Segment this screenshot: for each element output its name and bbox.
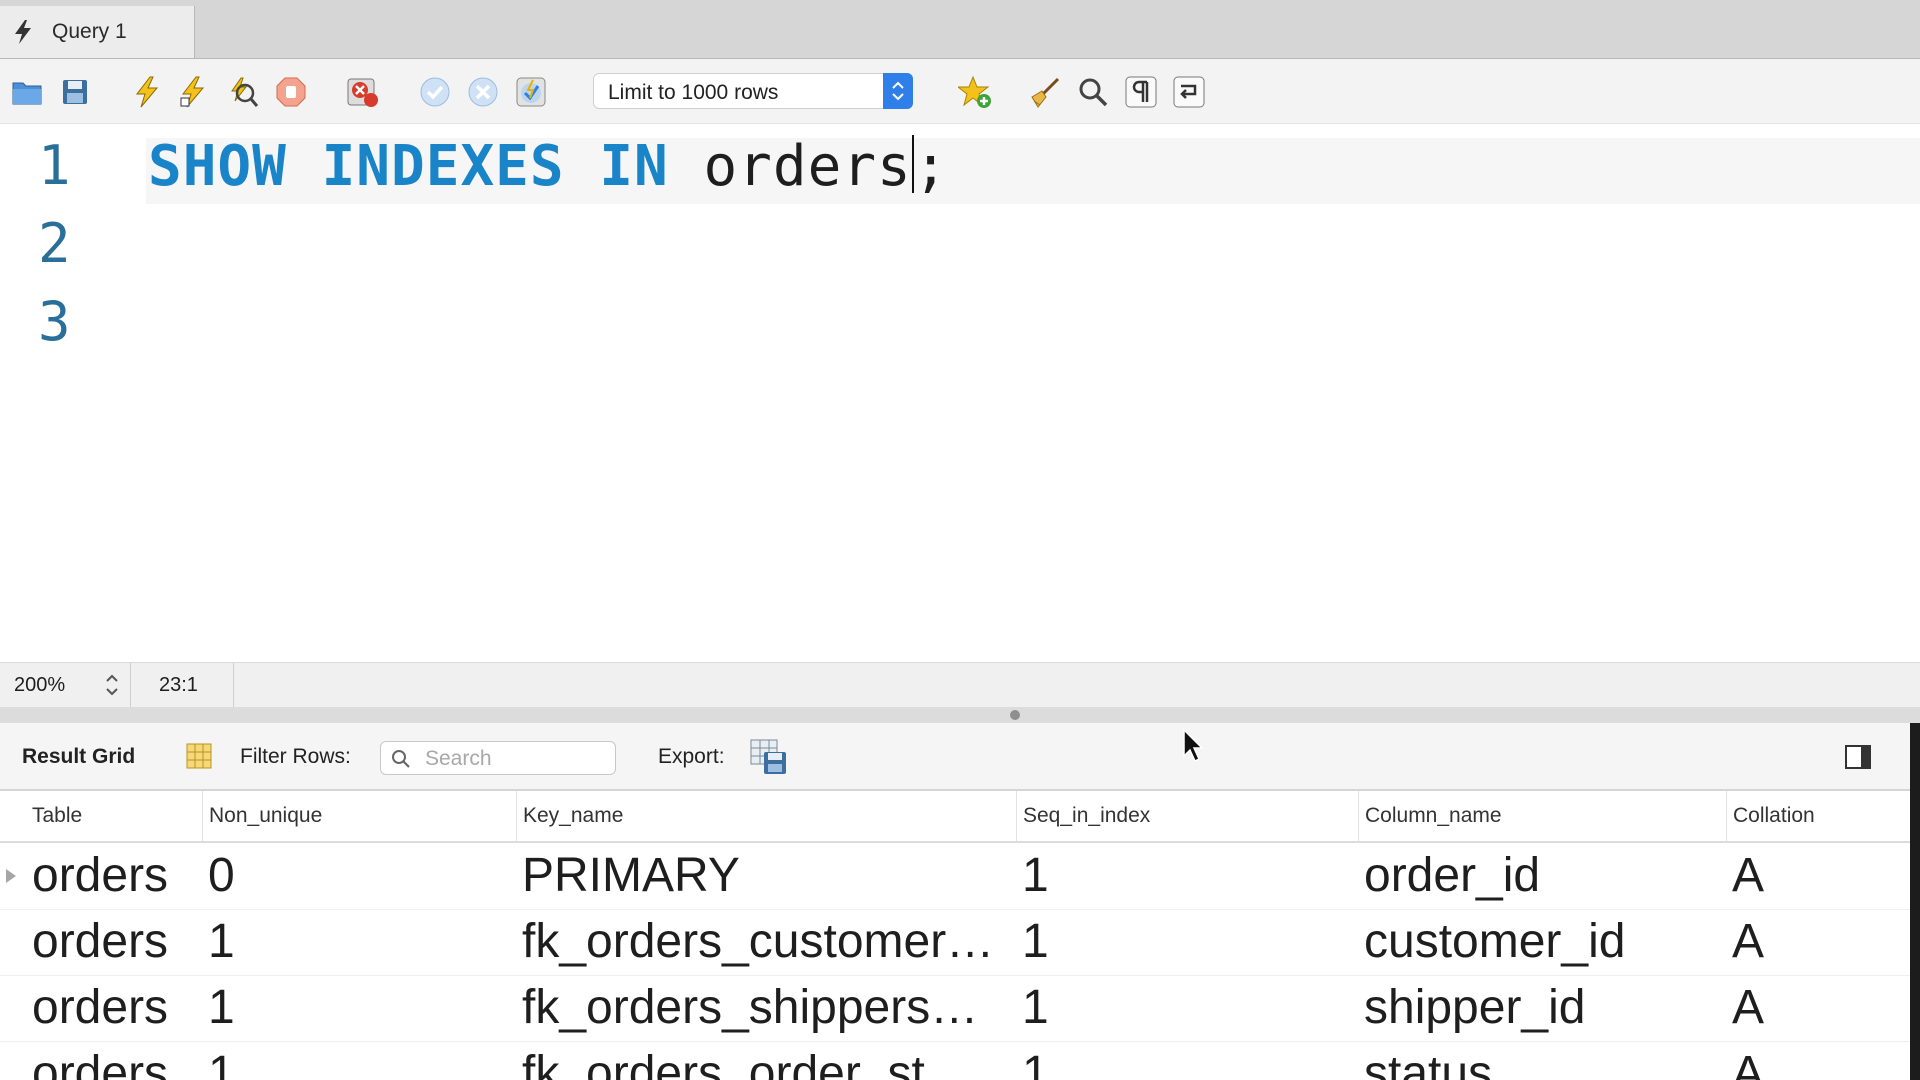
editor-status-bar: 200% 23:1 [0, 662, 1920, 708]
statement-terminator: ; [913, 134, 949, 199]
save-icon[interactable] [58, 75, 92, 109]
export-label: Export: [658, 745, 725, 768]
cursor-position: 23:1 [131, 663, 234, 707]
tab-label: Query 1 [52, 20, 127, 43]
explain-icon[interactable] [226, 75, 260, 109]
cell-column-name[interactable]: shipper_id [1358, 975, 1726, 1041]
current-row-marker-icon [6, 869, 16, 883]
cell-table[interactable]: orders [26, 843, 202, 909]
table-row[interactable]: orders 1 fk_orders_shippers… 1 shipper_i… [0, 975, 1910, 1042]
keyword-indexes: INDEXES [321, 134, 565, 199]
column-header-non-unique[interactable]: Non_unique [202, 791, 516, 841]
rollback-icon[interactable] [466, 75, 500, 109]
stepper-arrows-icon[interactable] [104, 671, 120, 699]
grid-header: Table Non_unique Key_name Seq_in_index C… [0, 791, 1910, 843]
invisible-chars-icon[interactable] [1124, 75, 1158, 109]
beautify-icon[interactable] [1028, 75, 1062, 109]
cell-key-name[interactable]: fk_orders_order_st… [516, 1041, 1016, 1080]
cell-seq-in-index[interactable]: 1 [1016, 909, 1358, 975]
splitter-grip[interactable] [1010, 710, 1020, 720]
stop-icon[interactable] [274, 75, 308, 109]
column-header-seq-in-index[interactable]: Seq_in_index [1016, 791, 1358, 841]
cell-collation[interactable]: A [1726, 909, 1910, 975]
result-toolbar: Result Grid Filter Rows: Export: [0, 723, 1910, 791]
tab-bar: Query 1 [0, 0, 1920, 59]
stop-on-error-icon[interactable] [346, 75, 380, 109]
cell-key-name[interactable]: fk_orders_shippers… [516, 975, 1016, 1041]
cell-column-name[interactable]: status [1358, 1041, 1726, 1080]
cell-key-name[interactable]: PRIMARY [516, 843, 1016, 909]
tab-query-1[interactable]: Query 1 [0, 6, 195, 58]
result-grid[interactable]: Table Non_unique Key_name Seq_in_index C… [0, 791, 1910, 1080]
cell-non-unique[interactable]: 1 [202, 1041, 516, 1080]
cell-column-name[interactable]: order_id [1358, 843, 1726, 909]
cell-collation[interactable]: A [1726, 1041, 1910, 1080]
cell-collation[interactable]: A [1726, 975, 1910, 1041]
execute-statement-icon[interactable] [176, 75, 210, 109]
autocommit-icon[interactable] [514, 75, 548, 109]
wrap-icon[interactable] [1172, 75, 1206, 109]
toggle-side-panel-icon[interactable] [1844, 743, 1872, 771]
select-arrows-icon [883, 73, 913, 109]
table-identifier: orders [703, 134, 912, 199]
code-line-1[interactable]: SHOW INDEXES IN orders; [148, 134, 948, 199]
cell-collation[interactable]: A [1726, 843, 1910, 909]
cell-seq-in-index[interactable]: 1 [1016, 975, 1358, 1041]
column-header-key-name[interactable]: Key_name [516, 791, 1016, 841]
find-icon[interactable] [1076, 75, 1110, 109]
cell-table[interactable]: orders [26, 975, 202, 1041]
column-header-collation[interactable]: Collation [1726, 791, 1910, 841]
cell-seq-in-index[interactable]: 1 [1016, 843, 1358, 909]
limit-rows-label: Limit to 1000 rows [608, 81, 779, 104]
table-row[interactable]: orders 1 fk_orders_customer… 1 customer_… [0, 909, 1910, 976]
mouse-pointer-icon [1183, 728, 1204, 763]
zoom-control[interactable]: 200% [0, 663, 131, 707]
cell-seq-in-index[interactable]: 1 [1016, 1041, 1358, 1080]
column-header-table[interactable]: Table [26, 791, 202, 841]
export-icon[interactable] [750, 739, 788, 775]
filter-rows-label: Filter Rows: [240, 745, 351, 768]
execute-icon[interactable] [130, 75, 164, 109]
cell-non-unique[interactable]: 1 [202, 975, 516, 1041]
result-grid-icon[interactable] [186, 743, 212, 769]
zoom-level: 200% [14, 674, 66, 696]
result-grid-title: Result Grid [22, 745, 136, 768]
table-row[interactable]: orders 0 PRIMARY 1 order_id A [0, 843, 1910, 910]
keyword-show: SHOW [148, 134, 287, 199]
panel-splitter[interactable] [0, 707, 1920, 723]
window-edge [1910, 723, 1920, 1080]
lightning-icon [15, 20, 31, 44]
sql-editor[interactable]: 1 2 3 SHOW INDEXES IN orders; [0, 124, 1920, 662]
filter-search-input[interactable] [423, 745, 607, 773]
line-number: 3 [38, 290, 71, 353]
cell-non-unique[interactable]: 1 [202, 909, 516, 975]
cell-key-name[interactable]: fk_orders_customer… [516, 909, 1016, 975]
limit-rows-select[interactable]: Limit to 1000 rows [593, 73, 913, 109]
cell-column-name[interactable]: customer_id [1358, 909, 1726, 975]
column-header-column-name[interactable]: Column_name [1358, 791, 1726, 841]
cell-non-unique[interactable]: 0 [202, 843, 516, 909]
open-folder-icon[interactable] [10, 75, 44, 109]
filter-search-box[interactable] [380, 741, 616, 775]
cursor-position-label: 23:1 [159, 674, 198, 696]
cell-table[interactable]: orders [26, 1041, 202, 1080]
commit-icon[interactable] [418, 75, 452, 109]
table-row[interactable]: orders 1 fk_orders_order_st… 1 status A [0, 1041, 1910, 1080]
keyword-in: IN [599, 134, 669, 199]
search-icon [392, 750, 410, 768]
editor-toolbar: Limit to 1000 rows [0, 59, 1920, 124]
line-number: 2 [38, 212, 71, 275]
add-snippet-icon[interactable] [958, 75, 992, 109]
cell-table[interactable]: orders [26, 909, 202, 975]
line-number: 1 [38, 134, 71, 197]
